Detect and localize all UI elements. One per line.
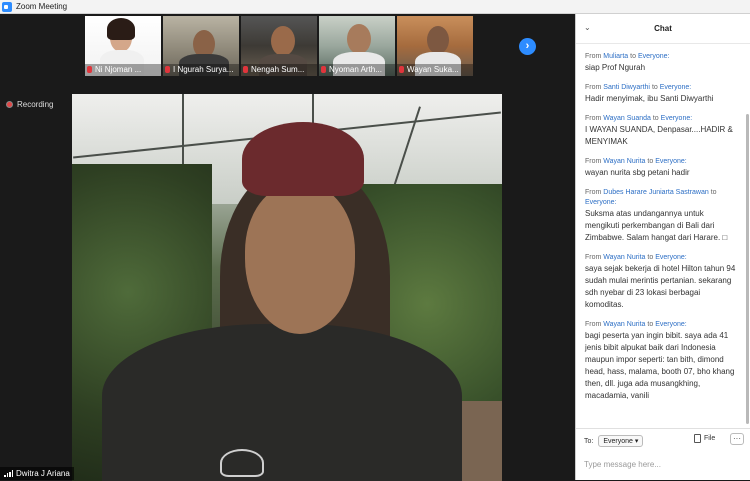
message-text: saya sejak bekerja di hotel Hilton tahun… xyxy=(585,264,736,309)
zoom-app-icon xyxy=(2,1,12,12)
next-participants-button[interactable]: › xyxy=(519,38,536,55)
recording-label: Recording xyxy=(17,100,54,109)
chevron-down-icon: ▾ xyxy=(634,438,639,445)
more-options-button[interactable]: ··· xyxy=(730,433,744,445)
participant-thumbnail-strip: Ni Njoman ... I Ngurah Surya... Nengah S… xyxy=(85,16,473,76)
message-text: Suksma atas undangannya untuk mengikuti … xyxy=(585,209,728,242)
chat-title: Chat xyxy=(654,24,672,33)
recording-dot-icon xyxy=(6,101,13,108)
chat-header: ⌄ Chat xyxy=(576,14,750,44)
message-sender[interactable]: Muliarta xyxy=(603,53,628,60)
participant-face xyxy=(427,26,449,54)
message-text: Hadir menyimak, ibu Santi Diwyarthi xyxy=(585,94,714,103)
recording-indicator[interactable]: Recording xyxy=(6,100,53,109)
recipient-select[interactable]: Everyone ▾ xyxy=(598,435,644,447)
message-recipient: Everyone: xyxy=(655,254,687,261)
message-sender[interactable]: Dubes Harare Juniarta Sastrawan xyxy=(603,189,708,196)
participant-face xyxy=(347,24,371,54)
message-input[interactable] xyxy=(584,456,744,472)
video-area: Ni Njoman ... I Ngurah Surya... Nengah S… xyxy=(0,14,575,481)
participant-thumbnail[interactable]: I Ngurah Surya... xyxy=(163,16,239,76)
message-text: wayan nurita sbg petani hadir xyxy=(585,168,690,177)
speaker-face xyxy=(245,184,355,334)
participant-face xyxy=(271,26,295,56)
to-label: To: xyxy=(584,437,594,445)
self-view-name-label: Dwitra J Ariana xyxy=(0,467,74,480)
chevron-right-icon: › xyxy=(525,40,530,52)
message-recipient: Everyone: xyxy=(655,158,687,165)
title-bar: Zoom Meeting xyxy=(0,0,750,14)
speaker-shirt xyxy=(102,324,462,481)
message-sender[interactable]: Santi Diwyarthi xyxy=(603,84,650,91)
chat-message: From Santi Diwyarthi to Everyone: Hadir … xyxy=(585,83,740,105)
message-sender[interactable]: Wayan Nurita xyxy=(603,254,645,261)
collapse-chevron-icon[interactable]: ⌄ xyxy=(584,23,591,32)
message-sender[interactable]: Wayan Suanda xyxy=(603,115,651,122)
mic-muted-icon xyxy=(165,66,170,73)
recipient-row: To: Everyone ▾ xyxy=(584,435,644,447)
file-icon xyxy=(694,434,701,443)
message-text: I WAYAN SUANDA, Denpasar....HADIR & MENY… xyxy=(585,125,733,146)
chat-footer: To: Everyone ▾ File ··· xyxy=(576,428,750,480)
participant-thumbnail[interactable]: Nengah Sum... xyxy=(241,16,317,76)
chat-message: From Dubes Harare Juniarta Sastrawan to … xyxy=(585,188,740,244)
participant-hair xyxy=(107,18,135,40)
participant-name-label: Wayan Suka... xyxy=(397,64,473,76)
shirt-logo xyxy=(220,449,264,477)
message-sender[interactable]: Wayan Nurita xyxy=(603,158,645,165)
chat-panel: ⌄ Chat From Muliarta to Everyone: siap P… xyxy=(575,14,750,480)
chat-scrollbar[interactable] xyxy=(746,114,749,424)
message-recipient: Everyone: xyxy=(655,321,687,328)
message-recipient: Everyone: xyxy=(659,84,692,91)
mic-muted-icon xyxy=(87,66,92,73)
message-text: bagi peserta yan ingin bibit. saya ada 4… xyxy=(585,331,735,400)
chat-message: From Wayan Nurita to Everyone: wayan nur… xyxy=(585,157,740,179)
chat-message-list[interactable]: From Muliarta to Everyone: siap Prof Ngu… xyxy=(576,44,746,434)
signal-strength-icon xyxy=(4,470,13,477)
chat-message: From Wayan Nurita to Everyone: bagi pese… xyxy=(585,320,740,402)
participant-thumbnail[interactable]: Wayan Suka... xyxy=(397,16,473,76)
participant-name-label: Nyoman Arth... xyxy=(319,64,395,76)
chat-message: From Muliarta to Everyone: siap Prof Ngu… xyxy=(585,52,740,74)
active-speaker-video xyxy=(72,94,502,481)
mic-muted-icon xyxy=(399,66,404,73)
message-recipient: Everyone: xyxy=(637,53,670,60)
mic-muted-icon xyxy=(321,66,326,73)
participant-thumbnail[interactable]: Ni Njoman ... xyxy=(85,16,161,76)
chat-message: From Wayan Suanda to Everyone: I WAYAN S… xyxy=(585,114,740,148)
message-recipient: Everyone: xyxy=(585,199,617,206)
message-recipient: Everyone: xyxy=(660,115,693,122)
message-text: siap Prof Ngurah xyxy=(585,63,646,72)
participant-name-label: I Ngurah Surya... xyxy=(163,64,239,76)
participant-thumbnail[interactable]: Nyoman Arth... xyxy=(319,16,395,76)
mic-muted-icon xyxy=(243,66,248,73)
chat-message: From Wayan Nurita to Everyone: saya seja… xyxy=(585,253,740,311)
message-sender[interactable]: Wayan Nurita xyxy=(603,321,645,328)
participant-name-label: Nengah Sum... xyxy=(241,64,317,76)
file-button[interactable]: File xyxy=(694,434,715,443)
participant-name-label: Ni Njoman ... xyxy=(85,64,161,76)
speaker-cap xyxy=(242,122,364,196)
window-title: Zoom Meeting xyxy=(16,2,68,11)
